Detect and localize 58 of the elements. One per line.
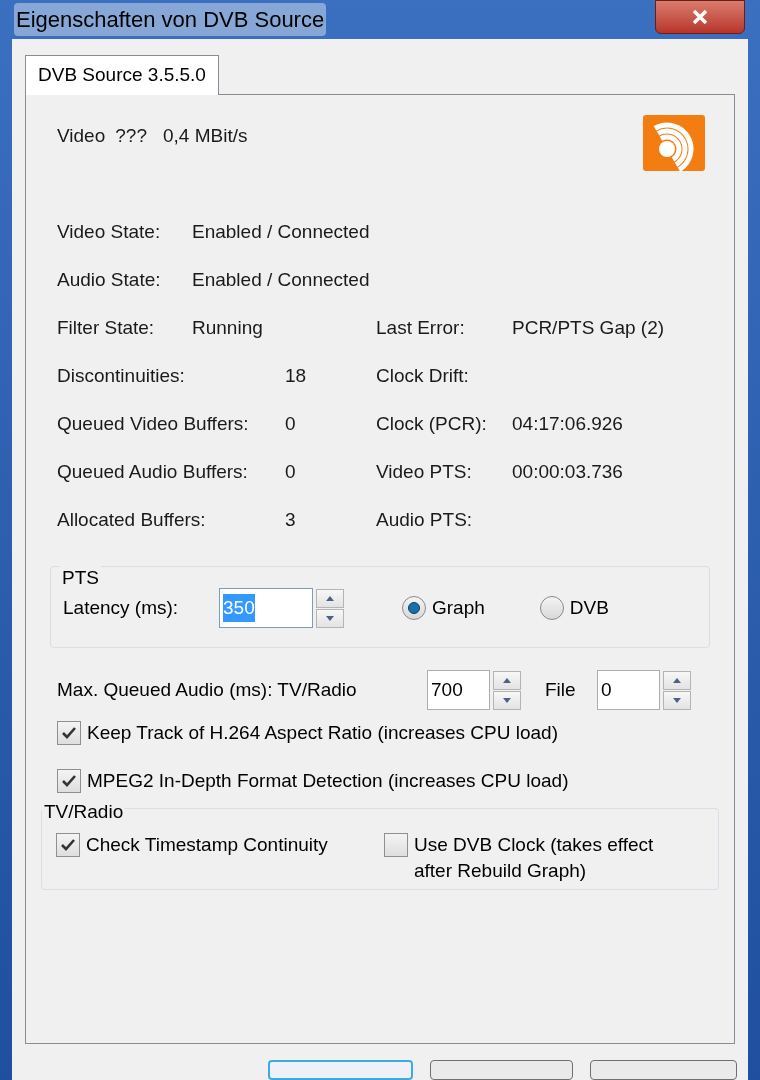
spin-down-button[interactable] [316, 608, 344, 628]
stat-label: Filter State: [57, 315, 156, 340]
dialog-button[interactable] [590, 1060, 737, 1080]
video-bitrate: 0,4 MBit/s [162, 123, 248, 148]
stat-label: Allocated Buffers: [57, 507, 207, 532]
stat-label: Clock Drift: [376, 363, 470, 388]
stat-value: 00:00:03.736 [512, 459, 623, 484]
checkbox[interactable] [384, 833, 408, 857]
stat-value: 0 [285, 459, 296, 484]
latency-label: Latency (ms): [63, 595, 180, 620]
stat-label: Queued Audio Buffers: [57, 459, 249, 484]
close-button[interactable] [655, 0, 745, 34]
stat-value: PCR/PTS Gap (2) [512, 315, 665, 340]
state-value: Enabled / Connected [192, 219, 370, 244]
checkbox-label: Use DVB Clock (takes effect after Rebuild Graph) [414, 833, 655, 883]
radio-label: DVB [569, 595, 609, 620]
tv-radio-field[interactable]: 700 [427, 670, 490, 710]
spin-up-button[interactable] [663, 670, 691, 690]
tab[interactable]: DVB Source 3.5.5.0 [25, 55, 219, 95]
window-title: Eigenschaften von DVB Source [14, 3, 327, 36]
checkbox[interactable] [56, 833, 80, 857]
spin-down-button[interactable] [663, 690, 691, 710]
stat-value: 18 [285, 363, 307, 388]
video-codec: ??? [115, 123, 147, 148]
stat-label: Discontinuities: [57, 363, 186, 388]
file-label: File [545, 677, 577, 702]
checkbox[interactable] [57, 769, 81, 793]
signal-logo-icon [643, 115, 705, 171]
stat-label: Video PTS: [376, 459, 473, 484]
stat-label: Audio PTS: [376, 507, 474, 532]
stat-value: 04:17:06.926 [512, 411, 623, 436]
video-label: Video [57, 123, 106, 148]
stat-value: 0 [285, 411, 296, 436]
spin-down-button[interactable] [493, 690, 521, 710]
max-queued-audio-label: Max. Queued Audio (ms): TV/Radio [57, 677, 358, 702]
stat-value: Running [192, 315, 263, 340]
close-icon [691, 9, 709, 25]
state-label: Video State: [57, 219, 162, 244]
checkmark-icon [60, 838, 76, 852]
spin-up-button[interactable] [316, 588, 344, 608]
checkbox-label: Check Timestamp Continuity [86, 833, 328, 857]
dialog-button[interactable] [430, 1060, 573, 1080]
state-label: Audio State: [57, 267, 162, 292]
state-value: Enabled / Connected [192, 267, 370, 292]
checkmark-icon [61, 726, 77, 740]
stat-value: 3 [285, 507, 296, 532]
radio-button[interactable] [402, 596, 426, 620]
checkmark-icon [61, 774, 77, 788]
checkbox[interactable] [57, 721, 81, 745]
stat-label: Queued Video Buffers: [57, 411, 250, 436]
spin-up-button[interactable] [493, 670, 521, 690]
stat-label: Last Error: [376, 315, 466, 340]
stat-label: Clock (PCR): [376, 411, 488, 436]
checkbox-label: Keep Track of H.264 Aspect Ratio (increases CPU load) [87, 721, 558, 745]
checkbox-label: MPEG2 In-Depth Format Detection (increases CPU load) [87, 769, 569, 793]
file-field[interactable]: 0 [597, 670, 660, 710]
radio-button[interactable] [539, 596, 564, 620]
radio-label: Graph [432, 595, 485, 620]
